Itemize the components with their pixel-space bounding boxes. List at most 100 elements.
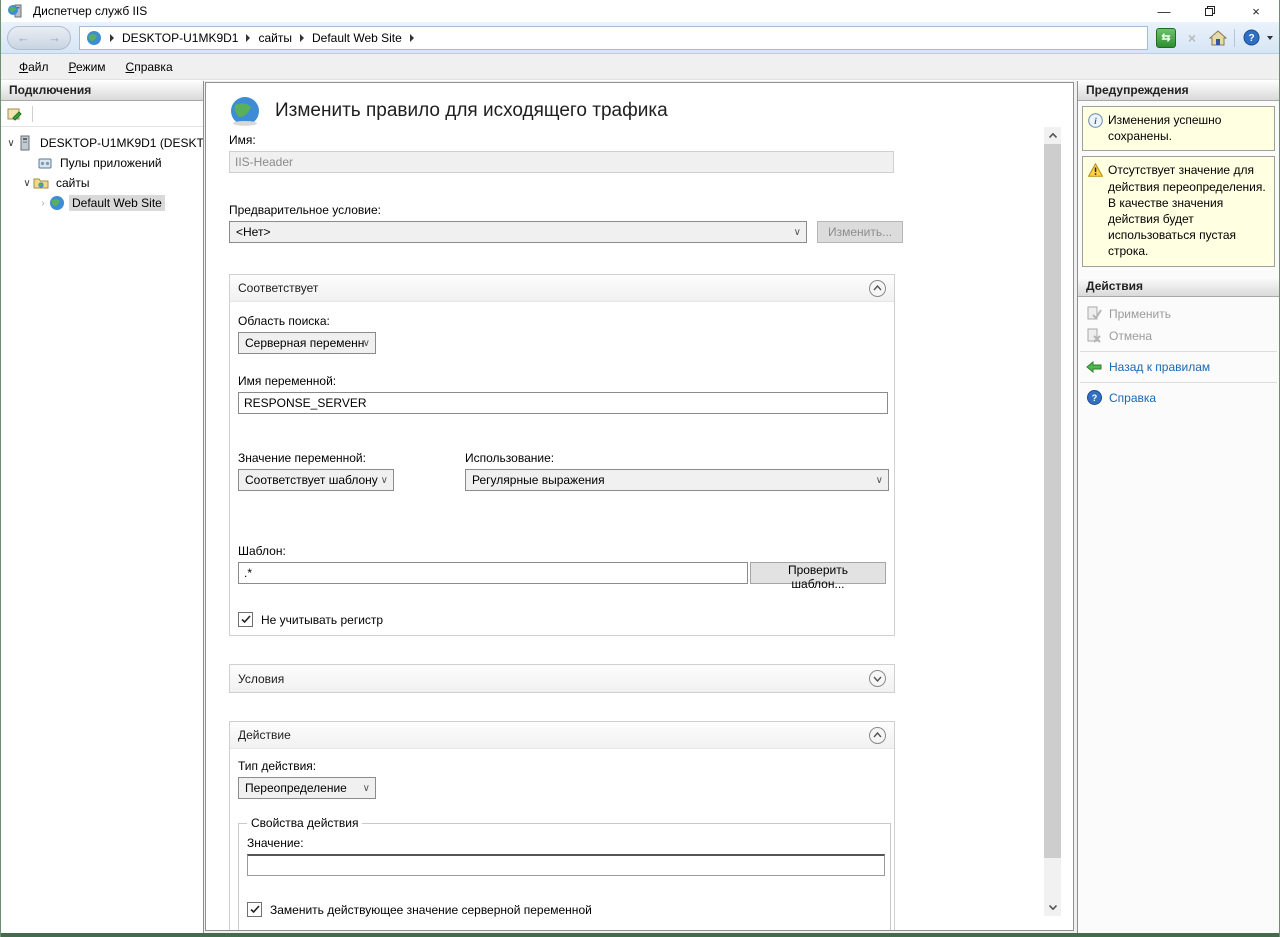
breadcrumb-separator-icon	[246, 34, 250, 42]
apply-action[interactable]: Применить	[1078, 303, 1279, 325]
globe-icon	[86, 30, 102, 46]
minimize-button[interactable]: —	[1141, 0, 1187, 22]
action-type-value: Переопределение	[245, 781, 347, 795]
connections-tree: ∨ DESKTOP-U1MK9D1 (DESKTOI Пулы приложен	[1, 127, 203, 213]
back-arrow-icon	[1086, 359, 1102, 375]
cancel-label: Отмена	[1109, 329, 1152, 343]
vertical-scrollbar[interactable]	[1044, 127, 1061, 916]
scrollbar-thumb[interactable]	[1044, 144, 1061, 858]
warning-notice: Отсутствует значение для действия переоп…	[1082, 156, 1275, 266]
action-section-title: Действие	[238, 728, 291, 742]
replace-value-checkbox[interactable]	[247, 902, 262, 917]
help-button[interactable]: ?	[1241, 28, 1261, 48]
breadcrumb-server[interactable]: DESKTOP-U1MK9D1	[122, 31, 238, 45]
restore-button[interactable]	[1187, 0, 1233, 22]
edit-precondition-button[interactable]: Изменить...	[817, 221, 903, 243]
action-type-select[interactable]: Переопределение ∨	[238, 777, 376, 799]
tree-item-sites[interactable]: ∨ сайты	[1, 173, 203, 193]
breadcrumb-separator-icon	[110, 34, 114, 42]
checkmark-icon	[250, 905, 260, 914]
address-bar: ← → DESKTOP-U1MK9D1 сайты Default Web Si…	[1, 22, 1279, 54]
breadcrumb-default-web-site[interactable]: Default Web Site	[312, 31, 402, 45]
chevron-down-icon: ∨	[794, 227, 801, 238]
chevron-down-icon: ∨	[363, 783, 370, 794]
back-to-rules-action[interactable]: Назад к правилам	[1078, 356, 1279, 378]
stop-button[interactable]: ×	[1182, 28, 1202, 48]
chevron-down-icon: ∨	[381, 475, 388, 486]
tree-item-default-web-site[interactable]: › Default Web Site	[1, 193, 203, 213]
toolbar-separator	[1234, 29, 1235, 47]
expand-section-button[interactable]	[869, 670, 886, 687]
scope-label: Область поиска:	[238, 314, 886, 328]
toolbar-separator	[32, 106, 33, 122]
help-dropdown-icon[interactable]	[1267, 36, 1273, 40]
forward-button[interactable]: →	[48, 30, 61, 45]
breadcrumb[interactable]: DESKTOP-U1MK9D1 сайты Default Web Site	[79, 26, 1148, 50]
scope-value: Серверная переменн	[245, 336, 364, 350]
collapse-section-button[interactable]	[869, 727, 886, 744]
checkmark-icon	[241, 615, 251, 624]
scope-select[interactable]: Серверная переменн ∨	[238, 332, 376, 354]
using-select[interactable]: Регулярные выражения ∨	[465, 469, 889, 491]
create-connection-icon[interactable]	[6, 106, 22, 122]
tree-item-app-pools[interactable]: Пулы приложений	[1, 153, 203, 173]
apply-icon	[1086, 306, 1102, 322]
svg-text:?: ?	[1248, 33, 1254, 44]
pattern-input[interactable]	[238, 562, 748, 584]
action-type-label: Тип действия:	[238, 759, 886, 773]
precondition-label: Предварительное условие:	[229, 203, 1073, 217]
tree-item-label-selected[interactable]: Default Web Site	[69, 195, 165, 211]
window-title: Диспетчер служб IIS	[33, 4, 1141, 18]
variable-value-select[interactable]: Соответствует шаблону ∨	[238, 469, 394, 491]
test-pattern-button[interactable]: Проверить шаблон...	[750, 562, 886, 584]
tree-item-label[interactable]: сайты	[53, 175, 93, 191]
window-bottom-border	[1, 933, 1279, 937]
warning-notice-text: Отсутствует значение для действия переоп…	[1108, 162, 1268, 259]
action-properties-title: Свойства действия	[247, 816, 362, 830]
titlebar: Диспетчер служб IIS — ×	[1, 0, 1279, 22]
variable-name-input[interactable]	[238, 392, 888, 414]
expand-icon[interactable]: ›	[37, 198, 49, 209]
replace-value-label: Заменить действующее значение серверной …	[270, 903, 592, 917]
server-icon	[17, 135, 33, 151]
scroll-down-icon[interactable]	[1044, 899, 1061, 916]
connections-panel: Подключения ∨ DESKTOP-U1MK9D1 (DESKTOI	[1, 81, 204, 933]
menu-file[interactable]: Файл	[11, 57, 57, 77]
connections-header: Подключения	[1, 81, 203, 101]
tree-item-label[interactable]: DESKTOP-U1MK9D1 (DESKTOI	[37, 135, 203, 151]
ignore-case-label: Не учитывать регистр	[261, 613, 383, 627]
precondition-value: <Нет>	[236, 225, 270, 239]
edit-outbound-rule-page: Изменить правило для исходящего трафика …	[205, 82, 1074, 931]
match-section: Соответствует Область поиска: Серверная …	[229, 274, 895, 636]
cancel-action[interactable]: Отмена	[1078, 325, 1279, 347]
apply-label: Применить	[1109, 307, 1171, 321]
home-icon	[1209, 30, 1227, 46]
menu-view[interactable]: Режим	[61, 57, 114, 77]
chevron-up-icon	[873, 732, 882, 738]
breadcrumb-sites[interactable]: сайты	[258, 31, 292, 45]
scroll-up-icon[interactable]	[1044, 127, 1061, 144]
sites-folder-icon	[33, 175, 49, 191]
restore-icon	[1205, 6, 1215, 16]
conditions-section: Условия	[229, 664, 895, 693]
tree-item-server[interactable]: ∨ DESKTOP-U1MK9D1 (DESKTOI	[1, 133, 203, 153]
refresh-button[interactable]: ⇆	[1156, 28, 1176, 48]
collapse-icon[interactable]: ∨	[5, 138, 17, 149]
collapse-section-button[interactable]	[869, 280, 886, 297]
site-globe-icon	[49, 195, 65, 211]
tree-item-label[interactable]: Пулы приложений	[57, 155, 165, 171]
using-value: Регулярные выражения	[472, 473, 605, 487]
precondition-select[interactable]: <Нет> ∨	[229, 221, 807, 243]
home-button[interactable]	[1208, 28, 1228, 48]
help-action[interactable]: ? Справка	[1078, 387, 1279, 409]
collapse-icon[interactable]: ∨	[21, 178, 33, 189]
action-value-label: Значение:	[247, 836, 882, 850]
chevron-up-icon	[873, 285, 882, 291]
ignore-case-checkbox[interactable]	[238, 612, 253, 627]
close-button[interactable]: ×	[1233, 0, 1279, 22]
action-value-input[interactable]	[247, 854, 885, 876]
breadcrumb-separator-icon	[410, 34, 414, 42]
svg-text:?: ?	[1091, 393, 1097, 403]
menu-help[interactable]: Справка	[118, 57, 181, 77]
back-button[interactable]: ←	[17, 30, 30, 45]
